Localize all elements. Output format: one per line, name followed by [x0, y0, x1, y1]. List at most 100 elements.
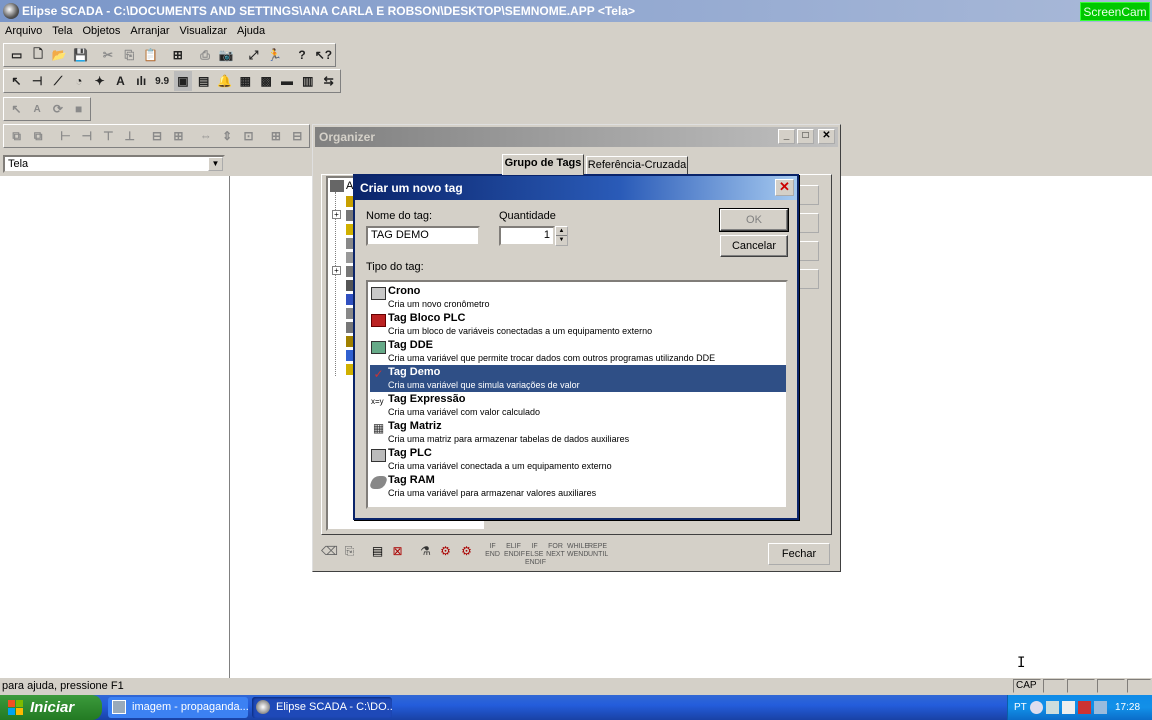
- security-icon[interactable]: [1078, 701, 1091, 714]
- cut-icon[interactable]: ✂: [98, 45, 117, 65]
- new-file-icon[interactable]: 🗋: [28, 45, 47, 65]
- save-icon[interactable]: 💾: [71, 45, 90, 65]
- cancel-button[interactable]: Cancelar: [720, 235, 788, 257]
- list-item-tag-ram[interactable]: Tag RAM Cria uma variável para armazenar…: [368, 473, 786, 500]
- copy-icon[interactable]: ⎘: [120, 45, 139, 65]
- menu-visualizar[interactable]: Visualizar: [175, 22, 233, 41]
- browser-icon[interactable]: ▤: [194, 71, 213, 91]
- video-icon[interactable]: ▬: [278, 71, 297, 91]
- bell-icon[interactable]: 🔔: [215, 71, 234, 91]
- menu-arquivo[interactable]: Arquivo: [0, 22, 47, 41]
- tag-type-list[interactable]: Crono Cria um novo cronômetro Tag Bloco …: [366, 280, 788, 509]
- taskbar-item-elipse[interactable]: Elipse SCADA - C:\DO...: [252, 697, 392, 718]
- expand-icon[interactable]: +: [332, 210, 341, 219]
- tab-referencia-cruzada[interactable]: Referência-Cruzada: [586, 156, 688, 175]
- start-button[interactable]: Iniciar: [0, 695, 102, 720]
- list-item-tag-matriz[interactable]: ▦ Tag Matriz Cria uma matriz para armaze…: [370, 419, 786, 446]
- quantity-stepper[interactable]: ▲ ▼: [555, 226, 568, 246]
- bar-chart-icon[interactable]: ılı: [132, 71, 151, 91]
- network-icon[interactable]: [1046, 701, 1059, 714]
- script-delete-icon[interactable]: ⚙: [457, 543, 476, 561]
- rotate-icon[interactable]: ⟳: [49, 99, 68, 119]
- monitor-icon[interactable]: [1062, 701, 1075, 714]
- menu-objetos[interactable]: Objetos: [77, 22, 125, 41]
- select-icon[interactable]: ↖: [7, 99, 26, 119]
- menu-tela[interactable]: Tela: [47, 22, 77, 41]
- chart-edit-icon[interactable]: ⤢: [244, 45, 263, 65]
- for-next-icon[interactable]: FOR NEXT: [546, 543, 565, 561]
- minimize-icon[interactable]: _: [778, 129, 795, 144]
- delete-table-icon[interactable]: ⊠: [388, 543, 407, 561]
- alarm-icon[interactable]: ✦: [90, 71, 109, 91]
- list-item-crono[interactable]: Crono Cria um novo cronômetro: [370, 284, 786, 311]
- link-icon[interactable]: ⇆: [319, 71, 338, 91]
- wizard-icon[interactable]: ⚗: [416, 543, 435, 561]
- list-item-tag-demo[interactable]: ✓ Tag Demo Cria uma variável que simula …: [370, 365, 786, 392]
- chevron-down-icon[interactable]: ▼: [556, 236, 567, 245]
- if-end-icon[interactable]: IF END: [483, 543, 502, 561]
- context-help-icon[interactable]: ↖?: [314, 45, 333, 65]
- grid-icon[interactable]: ▦: [236, 71, 255, 91]
- list-item-tag-dde[interactable]: Tag DDE Cria uma variável que permite tr…: [370, 338, 786, 365]
- taskbar-item-image[interactable]: imagem - propaganda...: [108, 697, 248, 718]
- slider-icon[interactable]: ⊣: [28, 71, 47, 91]
- quantity-input[interactable]: 1: [499, 226, 555, 246]
- list-item-tag-plc[interactable]: Tag PLC Cria uma variável conectada a um…: [370, 446, 786, 473]
- align-right-icon[interactable]: ⊣: [77, 126, 96, 146]
- text-tool-icon[interactable]: A: [28, 99, 47, 119]
- gauge-icon[interactable]: ◔: [69, 71, 88, 91]
- script-icon[interactable]: ⚙: [436, 543, 455, 561]
- paste-icon[interactable]: 📋: [141, 45, 160, 65]
- text-icon[interactable]: A: [111, 71, 130, 91]
- while-wend-icon[interactable]: WHILE WEND: [567, 543, 589, 561]
- repeat-until-icon[interactable]: REPE UNTIL: [588, 543, 608, 561]
- tag-name-input[interactable]: TAG DEMO: [366, 226, 480, 246]
- chevron-down-icon[interactable]: ▼: [208, 157, 223, 171]
- display-icon[interactable]: 9.9: [153, 71, 172, 91]
- same-height-icon[interactable]: ⇕: [217, 126, 236, 146]
- organizer-icon[interactable]: ⊞: [168, 45, 187, 65]
- ungroup-icon[interactable]: ⧉: [28, 126, 47, 146]
- run-icon[interactable]: 🏃: [265, 45, 284, 65]
- help-icon[interactable]: ?: [292, 45, 311, 65]
- screen-select[interactable]: Tela ▼: [3, 155, 225, 173]
- ok-button[interactable]: OK: [719, 208, 789, 232]
- language-indicator[interactable]: PT: [1014, 695, 1027, 720]
- center-v-icon[interactable]: ⊞: [169, 126, 188, 146]
- print-icon[interactable]: ⎙: [195, 45, 214, 65]
- clock[interactable]: 17:28: [1115, 695, 1140, 720]
- menu-arranjar[interactable]: Arranjar: [125, 22, 174, 41]
- tab-grupo-de-tags[interactable]: Grupo de Tags: [502, 154, 584, 175]
- menu-ajuda[interactable]: Ajuda: [232, 22, 270, 41]
- align-bottom-icon[interactable]: ⊥: [120, 126, 139, 146]
- if-else-endif-icon[interactable]: IF ELSE ENDIF: [525, 543, 546, 566]
- list-item-tag-bloco-plc[interactable]: Tag Bloco PLC Cria um bloco de variáveis…: [370, 311, 786, 338]
- trend-icon[interactable]: ⟋: [49, 71, 68, 91]
- align-top-icon[interactable]: ⊤: [99, 126, 118, 146]
- align-left-icon[interactable]: ⊢: [56, 126, 75, 146]
- table-icon[interactable]: ▤: [368, 543, 387, 561]
- eraser-icon[interactable]: ⌫: [320, 543, 339, 561]
- chevron-up-icon[interactable]: ▲: [556, 227, 567, 236]
- expand-icon[interactable]: +: [332, 266, 341, 275]
- elif-endif-icon[interactable]: ELIF ENDIF: [504, 543, 525, 561]
- same-size-icon[interactable]: ⊡: [239, 126, 258, 146]
- volume-icon[interactable]: [1030, 701, 1043, 714]
- close-icon[interactable]: ✕: [775, 179, 794, 196]
- same-width-icon[interactable]: ⇔: [196, 126, 215, 146]
- list-item-tag-expressao[interactable]: x=y Tag Expressão Cria uma variável com …: [370, 392, 786, 419]
- group-icon[interactable]: ⧉: [7, 126, 26, 146]
- pointer-icon[interactable]: ↖: [7, 71, 26, 91]
- space-h-icon[interactable]: ⊞: [266, 126, 285, 146]
- space-v-icon[interactable]: ⊟: [288, 126, 307, 146]
- setpoint-icon[interactable]: ▣: [173, 71, 193, 91]
- center-h-icon[interactable]: ⊟: [147, 126, 166, 146]
- open-folder-icon[interactable]: 📂: [50, 45, 69, 65]
- maximize-icon[interactable]: □: [797, 129, 814, 144]
- copy-tag-icon[interactable]: ⎘: [340, 543, 359, 561]
- report-icon[interactable]: ▥: [298, 71, 317, 91]
- rectangle-icon[interactable]: ■: [69, 99, 88, 119]
- camera-icon[interactable]: 📷: [217, 45, 236, 65]
- tray-app-icon[interactable]: [1094, 701, 1107, 714]
- picture-icon[interactable]: ▩: [257, 71, 276, 91]
